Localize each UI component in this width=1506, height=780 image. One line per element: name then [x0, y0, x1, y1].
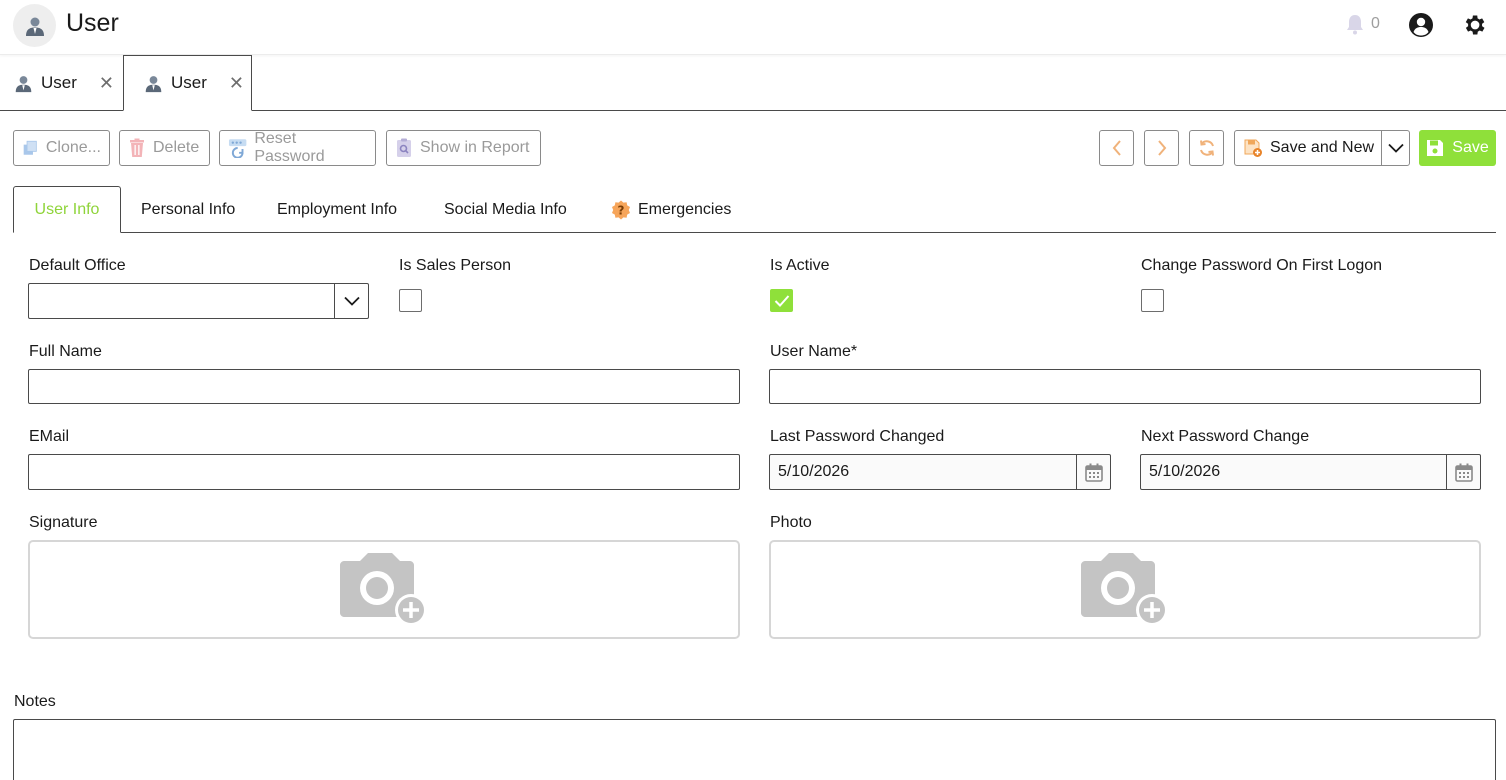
refresh-icon	[1199, 140, 1214, 156]
svg-text:?: ?	[618, 203, 625, 217]
tab-social-media-info[interactable]: Social Media Info	[444, 186, 567, 233]
photo-label: Photo	[770, 514, 812, 531]
calendar-icon	[1454, 463, 1473, 482]
default-office-dropdown-button[interactable]	[334, 284, 368, 318]
camera-add-icon	[1081, 552, 1168, 626]
tab-employment-info[interactable]: Employment Info	[277, 186, 397, 233]
signature-upload[interactable]	[28, 540, 740, 639]
next-password-calendar-button[interactable]	[1446, 455, 1480, 489]
user-name-label: User Name*	[770, 343, 858, 360]
save-and-new-button[interactable]: Save and New	[1235, 131, 1382, 165]
email-input[interactable]	[28, 454, 740, 490]
is-sales-person-label: Is Sales Person	[399, 257, 512, 274]
full-name-label: Full Name	[29, 343, 102, 360]
user-tab-icon	[14, 74, 33, 93]
close-icon[interactable]: ✕	[99, 73, 114, 94]
floppy-disk-icon	[1427, 140, 1444, 156]
show-in-report-button[interactable]: Show in Report	[386, 130, 541, 166]
next-password-change-input[interactable]: 5/10/2026	[1140, 454, 1481, 490]
emergency-badge-icon: ?	[612, 200, 630, 219]
is-active-label: Is Active	[770, 257, 830, 274]
tab-personal-info[interactable]: Personal Info	[141, 186, 235, 233]
notes-textarea[interactable]	[13, 719, 1496, 780]
clone-button[interactable]: Clone...	[13, 130, 110, 166]
photo-upload[interactable]	[769, 540, 1481, 639]
last-password-changed-label: Last Password Changed	[770, 428, 945, 445]
default-office-label: Default Office	[29, 257, 126, 274]
reset-password-button[interactable]: Reset Password	[219, 130, 376, 166]
bell-icon	[1347, 15, 1363, 35]
change-password-checkbox[interactable]	[1141, 289, 1164, 312]
change-password-label: Change Password On First Logon	[1141, 257, 1383, 274]
page-title: User	[66, 9, 119, 37]
notifications[interactable]: 0	[1345, 13, 1380, 35]
email-label: EMail	[29, 428, 70, 445]
save-button[interactable]: Save	[1419, 130, 1496, 166]
document-tabs: User ✕ User ✕	[0, 55, 1506, 111]
last-password-changed-input[interactable]: 5/10/2026	[769, 454, 1111, 490]
checkmark-icon	[774, 294, 789, 307]
delete-button[interactable]: Delete	[119, 130, 210, 166]
reset-password-icon	[228, 139, 247, 158]
save-and-new-split-button: Save and New	[1234, 130, 1410, 166]
next-button[interactable]	[1144, 130, 1179, 166]
calendar-icon	[1084, 463, 1103, 482]
clone-icon	[23, 140, 37, 155]
last-password-calendar-button[interactable]	[1076, 455, 1110, 489]
save-options-dropdown[interactable]	[1382, 131, 1409, 165]
report-icon	[397, 138, 411, 157]
signature-label: Signature	[29, 514, 98, 531]
chevron-down-icon	[343, 296, 360, 306]
camera-add-icon	[340, 552, 427, 626]
section-tabs: User Info Personal Info Employment Info …	[13, 186, 1496, 233]
save-new-icon	[1244, 139, 1262, 157]
previous-button[interactable]	[1099, 130, 1134, 166]
is-active-checkbox[interactable]	[770, 289, 793, 312]
app-user-avatar-icon	[13, 4, 56, 47]
gear-icon[interactable]	[1461, 12, 1487, 38]
user-tab-icon	[144, 74, 163, 93]
notification-count: 0	[1371, 15, 1380, 32]
tab-user-info[interactable]: User Info	[13, 186, 121, 233]
default-office-select[interactable]	[28, 283, 369, 319]
doc-tab-label: User	[41, 73, 77, 92]
full-name-input[interactable]	[28, 369, 740, 404]
app-header: User 0	[0, 0, 1506, 55]
chevron-left-icon	[1112, 140, 1121, 156]
close-icon[interactable]: ✕	[229, 73, 244, 94]
chevron-right-icon	[1157, 140, 1166, 156]
chevron-down-icon	[1387, 143, 1404, 153]
next-password-change-label: Next Password Change	[1141, 428, 1310, 445]
account-circle-icon[interactable]	[1408, 12, 1434, 38]
is-sales-person-checkbox[interactable]	[399, 289, 422, 312]
trash-icon	[130, 138, 144, 157]
doc-tab-user-2[interactable]: User ✕	[123, 55, 252, 111]
doc-tab-label: User	[171, 73, 207, 92]
user-name-input[interactable]	[769, 369, 1481, 404]
doc-tab-user-1[interactable]: User ✕	[14, 55, 114, 111]
refresh-button[interactable]	[1189, 130, 1224, 166]
tab-emergencies[interactable]: ? Emergencies	[611, 186, 731, 233]
notes-label: Notes	[14, 693, 56, 710]
